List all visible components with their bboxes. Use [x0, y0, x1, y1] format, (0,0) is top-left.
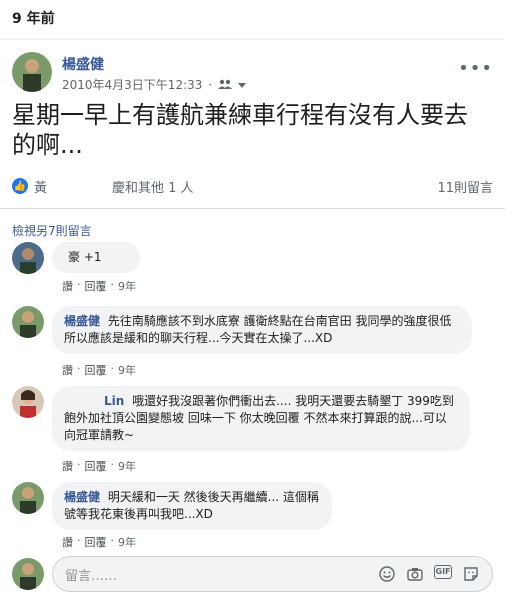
reactions-bar: 👍 黃 慶和其他 1 人 11則留言 [12, 176, 493, 196]
comment-time[interactable]: 9年 [118, 362, 136, 378]
comment-input[interactable]: 留言…… GIF [52, 556, 493, 592]
comment-text: 豪 +1 [68, 250, 102, 264]
comment-time[interactable]: 9年 [118, 278, 136, 294]
comment-actions: 讚 · 回覆 · 9年 [62, 534, 136, 550]
comment-actions: 讚 · 回覆 · 9年 [62, 362, 136, 378]
author-avatar[interactable] [12, 52, 52, 92]
comment-text: 先往南騎應該不到水底寮 護衛終點在台南官田 我同學的強度很低所以應該是緩和的聊天… [64, 314, 452, 345]
comment-text: 明天緩和一天 然後後天再繼續... 這個稱號等我花東後再叫我吧...XD [64, 490, 319, 521]
post-timestamp[interactable]: 2010年4月3日下午12:33 [62, 76, 202, 93]
composer-tools: GIF [378, 565, 480, 583]
post-author[interactable]: 楊盛健 [62, 54, 104, 74]
dot-separator: · [208, 77, 213, 92]
comment-bubble: 楊盛健 先往南騎應該不到水底寮 護衛終點在台南官田 我同學的強度很低所以應該是緩… [52, 306, 472, 354]
friends-icon[interactable] [218, 78, 233, 92]
post-text: 星期一早上有護航兼練車行程有沒有人要去的啊... [12, 101, 468, 159]
commenter-name[interactable]: 楊盛健 [64, 490, 100, 504]
chevron-down-icon[interactable] [238, 78, 247, 92]
memory-header: 9 年前 [0, 0, 505, 38]
commenter-avatar[interactable] [12, 386, 44, 418]
like-icon: 👍 [12, 178, 28, 194]
comment-time[interactable]: 9年 [118, 534, 136, 550]
like-link[interactable]: 讚 [62, 278, 73, 294]
commenter-name[interactable]: 楊盛健 [64, 314, 100, 328]
like-link[interactable]: 讚 [62, 458, 73, 474]
commenter-name[interactable]: Lin [104, 394, 124, 408]
commenter-avatar[interactable] [12, 306, 44, 338]
reply-link[interactable]: 回覆 [85, 362, 107, 378]
comment-count[interactable]: 11則留言 [437, 177, 493, 196]
comment-placeholder: 留言…… [65, 568, 118, 584]
reply-link[interactable]: 回覆 [85, 534, 107, 550]
sticker-icon[interactable] [462, 565, 480, 583]
more-options-icon[interactable]: ••• [458, 58, 493, 79]
reply-link[interactable]: 回覆 [85, 278, 107, 294]
user-avatar [12, 558, 44, 590]
view-more-comments-link[interactable]: 檢視另7則留言 [12, 222, 92, 239]
memory-label: 9 年前 [12, 11, 55, 27]
like-link[interactable]: 讚 [62, 534, 73, 550]
commenter-avatar[interactable] [12, 242, 44, 274]
comment-actions: 讚 · 回覆 · 9年 [62, 278, 136, 294]
comment-bubble: 豪 +1 [52, 242, 140, 273]
commenter-avatar[interactable] [12, 482, 44, 514]
comment-bubble: 楊盛健 明天緩和一天 然後後天再繼續... 這個稱號等我花東後再叫我吧...XD [52, 482, 332, 530]
comment-actions: 讚 · 回覆 · 9年 [62, 458, 136, 474]
comment-time[interactable]: 9年 [118, 458, 136, 474]
post-meta: 2010年4月3日下午12:33 · [62, 76, 247, 93]
reply-link[interactable]: 回覆 [85, 458, 107, 474]
camera-icon[interactable] [406, 565, 424, 583]
gif-icon[interactable]: GIF [434, 565, 452, 579]
emoji-icon[interactable] [378, 565, 396, 583]
divider [0, 208, 505, 209]
comment-bubble: Lin 哦還好我沒跟著你們衝出去.... 我明天還要去騎墾丁 399吃到飽外加社… [52, 386, 470, 451]
like-link[interactable]: 讚 [62, 362, 73, 378]
reactions-summary[interactable]: 黃 慶和其他 1 人 [34, 177, 194, 196]
post-card: 楊盛健 2010年4月3日下午12:33 · ••• 星期一早上有護航兼練車行程… [0, 40, 505, 600]
post-header: 楊盛健 2010年4月3日下午12:33 · ••• [12, 52, 493, 100]
comment-composer: 留言…… GIF [12, 556, 493, 592]
